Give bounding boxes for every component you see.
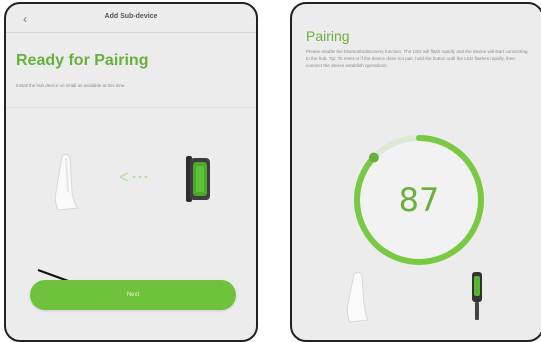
nav-divider — [6, 32, 256, 33]
next-button[interactable]: Next — [30, 280, 236, 310]
sensor-device-icon — [346, 271, 369, 323]
instruction-text: Install the hub device on small as avail… — [16, 83, 126, 88]
instruction-text: Please enable the bluetooth/discovery fu… — [306, 49, 528, 68]
nav-title: Add Sub-device — [104, 13, 158, 20]
phone-screen-pairing: Pairing Please enable the bluetooth/disc… — [290, 2, 541, 342]
page-title: Pairing — [306, 28, 350, 44]
page-title: Ready for Pairing — [16, 52, 149, 69]
hub-device-icon — [186, 156, 210, 202]
section-divider — [6, 107, 256, 108]
progress-value: 87 — [398, 181, 440, 219]
hub-device-icon — [472, 272, 482, 320]
phone-screen-ready-for-pairing: ‹ Add Sub-device Ready for Pairing Insta… — [4, 2, 258, 342]
pairing-connection-icon — [119, 172, 148, 182]
sensor-device-icon — [54, 153, 80, 211]
